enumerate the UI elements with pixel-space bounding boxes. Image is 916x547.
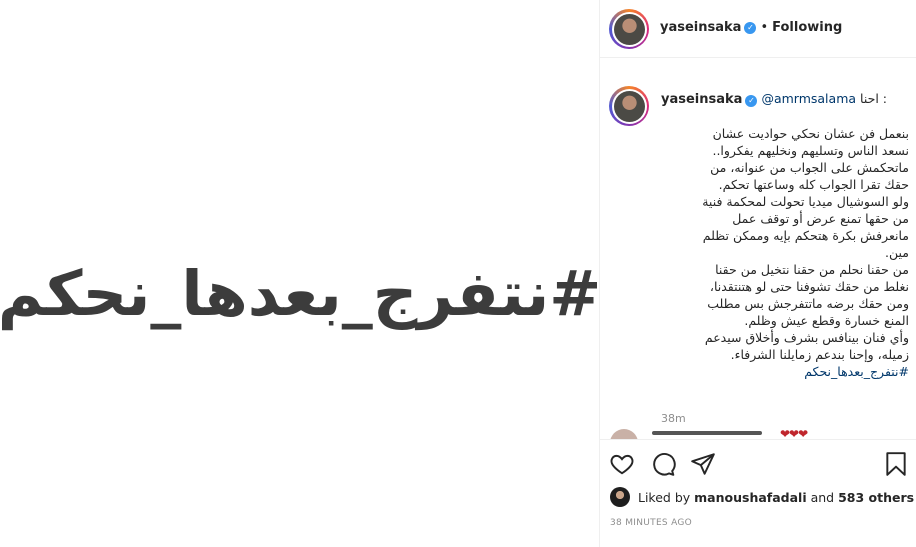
caption-lead-text: : احنا: [860, 91, 887, 106]
caption-head: yaseinsaka ✓ @amrmsalama : احنا: [661, 90, 909, 108]
comments-area[interactable]: yaseinsaka ✓ @amrmsalama : احنا بنعمل فن …: [600, 59, 916, 439]
caption-time-ago[interactable]: 38m: [661, 410, 909, 427]
heart-emoji-icons: ❤❤❤: [780, 429, 808, 439]
liker-avatar[interactable]: [610, 487, 630, 507]
caption-hashtag-link[interactable]: #نتفرج_بعدها_نحكم: [804, 364, 909, 379]
posted-time[interactable]: 38 MINUTES AGO: [610, 518, 692, 528]
post-image[interactable]: #نتفرج_بعدها_نحكم: [0, 0, 602, 547]
author-avatar[interactable]: [609, 9, 649, 49]
comment-text-peek: [652, 431, 762, 435]
author-avatar-photo: [613, 13, 645, 45]
separator-dot: •: [760, 20, 769, 35]
caption-text-lines: بنعمل فن عشان نحكي حواديت عشان نسعد النا…: [702, 126, 909, 362]
following-button[interactable]: Following: [772, 20, 842, 35]
commenter-avatar[interactable]: [610, 429, 638, 439]
others-likes-link[interactable]: 583 others: [838, 490, 914, 505]
mention-link[interactable]: @amrmsalama: [761, 90, 856, 107]
caption-body: yaseinsaka ✓ @amrmsalama : احنا بنعمل فن …: [661, 90, 909, 427]
caption-username-link[interactable]: yaseinsaka: [661, 91, 742, 108]
caption-author-avatar-photo: [613, 90, 645, 122]
caption-author-avatar[interactable]: [609, 86, 649, 126]
post-image-hashtag-text: #نتفرج_بعدها_نحكم: [0, 257, 602, 330]
author-username-link[interactable]: yaseinsaka: [660, 20, 741, 35]
liked-by-prefix: Liked by: [638, 489, 691, 505]
post-actions: Liked by manoushafadali and 583 others 3…: [600, 439, 916, 547]
caption-verified-badge-icon: ✓: [745, 95, 758, 107]
likes-summary: Liked by manoushafadali and 583 others: [610, 487, 914, 507]
liker-username-link[interactable]: manoushafadali: [694, 490, 806, 505]
like-heart-icon[interactable]: [609, 451, 635, 477]
save-bookmark-icon[interactable]: [883, 451, 909, 477]
caption-text: بنعمل فن عشان نحكي حواديت عشان نسعد النا…: [661, 108, 909, 397]
header-name-row: yaseinsaka ✓ • Following: [660, 20, 842, 35]
comment-bubble-icon[interactable]: [650, 451, 676, 477]
likes-and-word: and: [810, 489, 835, 505]
verified-badge-icon: ✓: [744, 21, 757, 34]
post-side-panel: yaseinsaka ✓ • Following yaseinsaka ✓ @amrms…: [599, 0, 916, 547]
next-comment-peek: ❤❤❤: [610, 429, 910, 439]
post-header: yaseinsaka ✓ • Following: [600, 0, 916, 58]
share-send-icon[interactable]: [690, 451, 716, 477]
